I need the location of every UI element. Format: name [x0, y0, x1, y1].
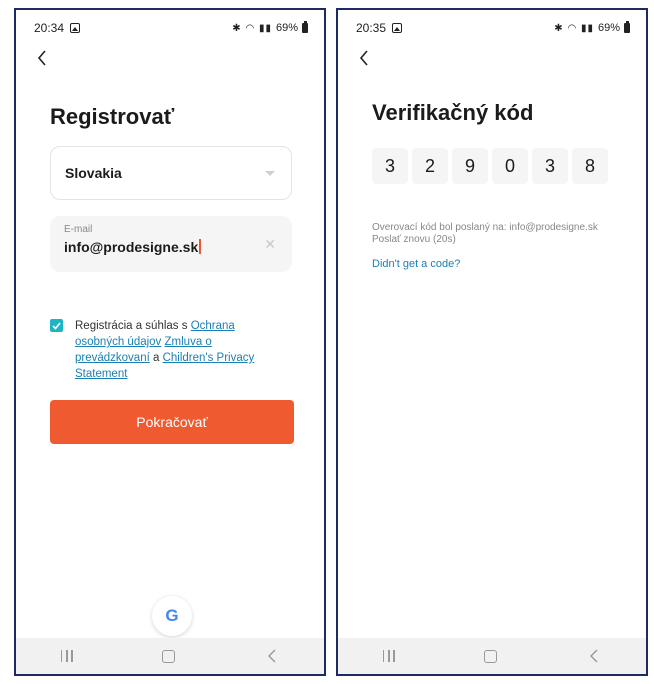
- continue-button[interactable]: Pokračovať: [50, 400, 294, 444]
- code-input[interactable]: 3 2 9 0 3 8: [372, 148, 608, 184]
- close-icon[interactable]: ✕: [264, 236, 276, 253]
- chevron-down-icon: [265, 170, 275, 176]
- page-title: Verifikačný kód: [372, 100, 534, 125]
- consent-row: Registrácia a súhlas s Ochrana osobných …: [50, 318, 280, 382]
- code-digit[interactable]: 9: [452, 148, 488, 184]
- page-title: Registrovať: [50, 104, 175, 129]
- google-icon: G: [165, 606, 179, 625]
- status-icons: ✱ ◠ ▮▮: [232, 22, 272, 34]
- code-digit[interactable]: 3: [532, 148, 568, 184]
- recents-icon[interactable]: [382, 650, 395, 662]
- no-code-link[interactable]: Didn't get a code?: [372, 258, 460, 270]
- status-bar: 20:34 ✱ ◠ ▮▮ 69%: [16, 10, 324, 46]
- country-value: Slovakia: [65, 165, 122, 181]
- battery-icon: [624, 21, 630, 33]
- country-select[interactable]: Slovakia: [50, 146, 292, 200]
- google-login-button[interactable]: G: [152, 596, 192, 636]
- consent-connector: a: [149, 352, 163, 364]
- consent-prefix: Registrácia a súhlas s: [75, 320, 191, 332]
- home-icon[interactable]: [162, 649, 176, 663]
- email-label: E-mail: [64, 224, 93, 235]
- resend-timer: Poslať znovu (20s): [372, 234, 456, 245]
- gallery-icon: [70, 23, 81, 33]
- gallery-icon: [392, 23, 403, 33]
- back-icon[interactable]: [587, 649, 601, 663]
- text-caret: [199, 239, 201, 254]
- email-value[interactable]: info@prodesigne.sk: [64, 239, 198, 255]
- status-time: 20:34: [34, 21, 65, 35]
- battery-percent: 69%: [275, 22, 298, 34]
- email-field[interactable]: E-mail info@prodesigne.sk ✕: [50, 216, 292, 272]
- status-time: 20:35: [356, 21, 387, 35]
- chevron-left-icon[interactable]: [354, 48, 374, 68]
- consent-text: Registrácia a súhlas s Ochrana osobných …: [75, 318, 280, 382]
- code-digit[interactable]: 0: [492, 148, 528, 184]
- nav-bar: [16, 638, 324, 674]
- chevron-left-icon[interactable]: [32, 48, 52, 68]
- nav-bar: [338, 638, 646, 674]
- code-digit[interactable]: 2: [412, 148, 448, 184]
- code-digit[interactable]: 3: [372, 148, 408, 184]
- check-icon: [52, 321, 61, 330]
- battery-percent: 69%: [597, 22, 620, 34]
- status-icons: ✱ ◠ ▮▮: [554, 22, 594, 34]
- consent-checkbox[interactable]: [50, 319, 63, 332]
- recents-icon[interactable]: [60, 650, 73, 662]
- status-bar: 20:35 ✱ ◠ ▮▮ 69%: [338, 10, 646, 46]
- back-icon[interactable]: [265, 649, 279, 663]
- home-icon[interactable]: [484, 649, 498, 663]
- registration-screen: 20:34 ✱ ◠ ▮▮ 69% Registrovať Slovakia E-…: [14, 8, 326, 676]
- sent-info: Overovací kód bol poslaný na: info@prode…: [372, 222, 598, 233]
- battery-icon: [302, 21, 308, 33]
- verification-screen: 20:35 ✱ ◠ ▮▮ 69% Verifikačný kód 3 2 9 0…: [336, 8, 648, 676]
- code-digit[interactable]: 8: [572, 148, 608, 184]
